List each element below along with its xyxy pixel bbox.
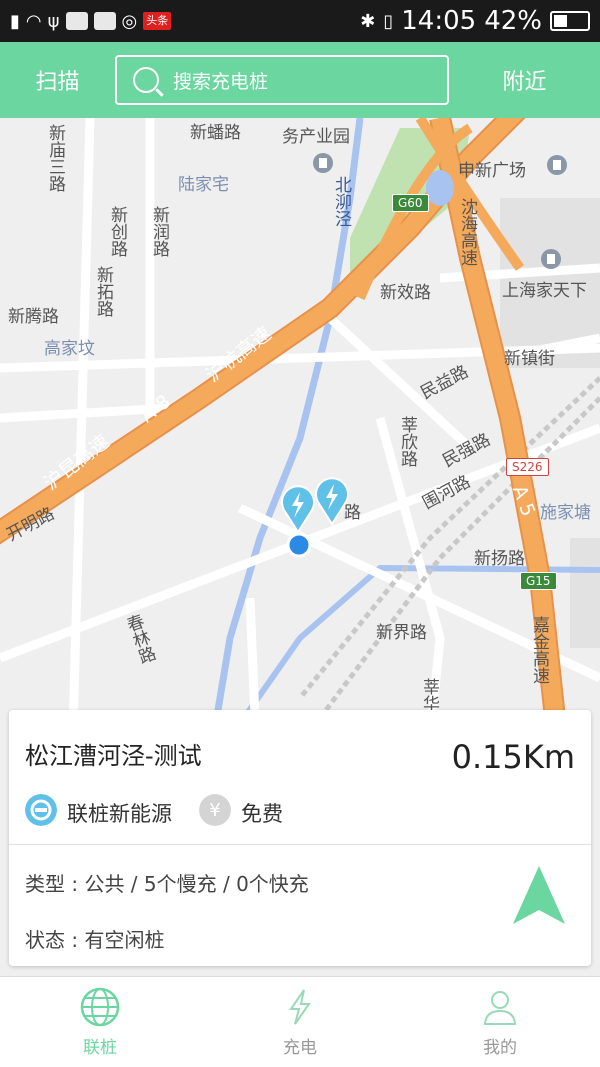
navigate-arrow-icon[interactable] (509, 862, 569, 932)
current-location-icon (286, 532, 312, 558)
usb-icon: ψ (47, 10, 60, 32)
poi-building-icon (547, 155, 567, 175)
battery-percent: 42% (484, 6, 542, 36)
top-bar: 扫描 搜索充电桩 附近 (0, 42, 600, 118)
vibrate-icon: ▯ (383, 10, 394, 32)
map-label: 北泖泾 (331, 176, 351, 227)
map-label: 新界路 (376, 623, 427, 643)
station-name: 松江漕河泾-测试 (25, 742, 202, 770)
fee-yuan-icon: ¥ (199, 794, 231, 826)
map-label: 陆家宅 (178, 175, 229, 195)
search-icon (133, 67, 159, 93)
map-label: 新润路 (149, 206, 169, 257)
search-placeholder: 搜索充电桩 (173, 70, 269, 93)
map-label: 新效路 (380, 283, 431, 303)
clock: 14:05 (401, 6, 477, 36)
lightning-icon (289, 988, 311, 1025)
highway-shield: G60 (392, 194, 429, 212)
station-type: 类型 : 公共 / 5个慢充 / 0个快充 (25, 872, 309, 896)
fee-label: 免费 (241, 802, 283, 826)
battery-icon (550, 11, 590, 31)
station-status: 状态 : 有空闲桩 (25, 928, 165, 952)
map-label: 新扬路 (474, 549, 525, 569)
map-label: 新拓路 (93, 266, 113, 317)
map-label: 申新广场 (458, 161, 526, 181)
map-label: 上海家天下 (502, 281, 587, 301)
map-label: 沈海高速 (457, 198, 477, 266)
highway-shield: S226 (506, 458, 549, 476)
map-label: 莘欣路 (397, 416, 417, 467)
scan-button[interactable]: 扫描 (0, 64, 115, 96)
tab-label: 我的 (483, 1037, 517, 1058)
notification-icons: ▮ ◠ ψ ◎ 头条 (10, 10, 172, 32)
poi-building-icon (541, 249, 561, 269)
map-label: 新创路 (107, 206, 127, 257)
station-card[interactable]: 松江漕河泾-测试 0.15Km 联桩新能源 ¥ 免费 类型 : 公共 / 5个慢… (9, 710, 591, 966)
highway-shield: G15 (520, 572, 557, 590)
tab-charge[interactable]: 充电 (200, 977, 400, 1067)
map-label: 莘华 (419, 678, 439, 712)
search-input[interactable]: 搜索充电桩 (115, 55, 449, 105)
wifi-icon: ◠ (25, 10, 42, 32)
tab-lianzhuang[interactable]: 联桩 (0, 977, 200, 1067)
map-label: 新腾路 (8, 307, 59, 327)
svg-text:¥: ¥ (209, 800, 220, 821)
signal-icon: ▮ (10, 10, 20, 32)
station-distance: 0.15Km (451, 738, 575, 776)
map-label: 务产业园 (282, 127, 350, 147)
poi-building-icon (313, 153, 333, 173)
bottom-tab-bar: 联桩 充电 我的 (0, 976, 600, 1067)
operator-logo-icon (25, 794, 57, 826)
map-label: 高家坟 (44, 339, 95, 359)
chat-icon (93, 12, 116, 30)
map-label: 新庙三路 (45, 124, 65, 192)
map-label: 嘉金高速 (529, 616, 549, 684)
card-divider (9, 844, 591, 845)
tab-mine[interactable]: 我的 (400, 977, 600, 1067)
tab-label: 联桩 (83, 1037, 117, 1058)
status-bar: ▮ ◠ ψ ◎ 头条 ✱ ▯ 14:05 42% (0, 0, 600, 42)
user-icon (483, 990, 517, 1025)
operator-name: 联桩新能源 (67, 802, 172, 826)
map-label: 新蟠路 (190, 123, 241, 143)
bluetooth-icon: ✱ (360, 10, 376, 32)
globe-icon (80, 987, 120, 1026)
news-badge: 头条 (143, 12, 172, 30)
map-label: 施家塘 (540, 503, 591, 523)
charging-pin-icon[interactable] (312, 476, 352, 526)
target-icon: ◎ (121, 10, 138, 32)
app-icon (65, 12, 88, 30)
map-label: 新镇街 (504, 349, 555, 369)
tab-label: 充电 (283, 1037, 317, 1058)
nearby-button[interactable]: 附近 (449, 64, 600, 96)
